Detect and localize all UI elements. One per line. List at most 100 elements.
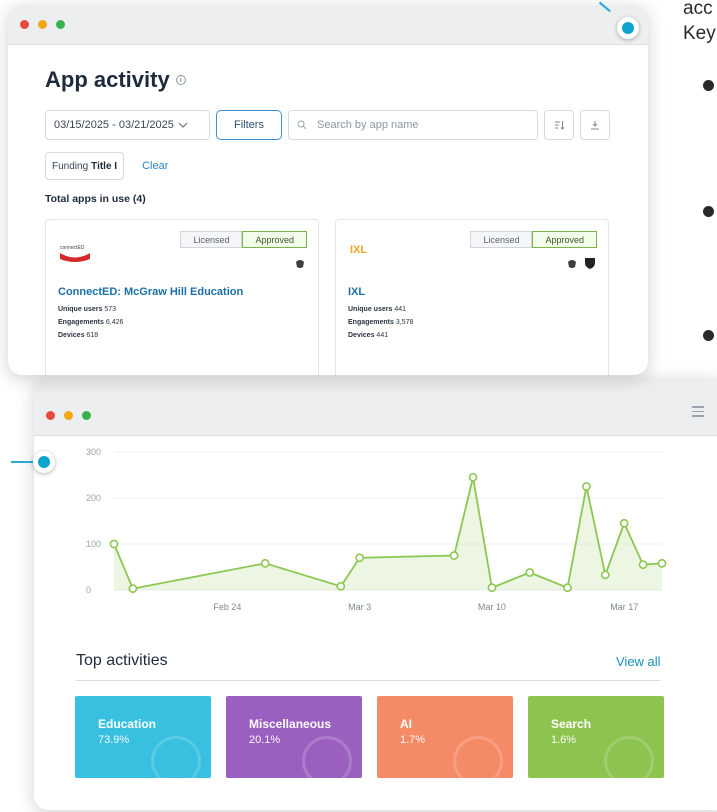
crest-icon: [296, 260, 304, 268]
active-filters: Funding Title I Clear: [45, 152, 611, 180]
window-controls: [20, 20, 65, 29]
close-window-button[interactable]: [46, 411, 55, 420]
total-apps-label: Total apps in use (4): [45, 193, 146, 205]
data-point: [336, 581, 346, 591]
data-point: [468, 472, 478, 482]
approved-tag: Approved: [532, 231, 597, 248]
ixl-logo: IXL: [350, 244, 367, 256]
activity-tile-search[interactable]: Search 1.6%: [528, 696, 664, 778]
menu-icon[interactable]: [692, 406, 704, 420]
status-tags: Licensed Approved: [470, 231, 597, 248]
side-text-line-2: Key: [683, 23, 716, 44]
shield-icon: [585, 258, 595, 269]
activity-name: Education: [98, 717, 157, 731]
page-title: App activity i: [45, 67, 611, 93]
connected-logo: connectED: [58, 232, 92, 266]
page-title-text: App activity: [45, 67, 170, 92]
devices-stat: Devices 441: [348, 332, 389, 339]
activity-tile-education[interactable]: Education 73.9%: [75, 696, 211, 778]
category-watermark-icon: [302, 736, 352, 778]
ixl-logo-text: IXL: [350, 244, 367, 256]
info-icon[interactable]: i: [175, 75, 186, 85]
data-point: [355, 553, 365, 563]
category-watermark-icon: [604, 736, 654, 778]
sort-button[interactable]: [544, 110, 574, 140]
data-point: [525, 568, 535, 577]
status-tags: Licensed Approved: [180, 231, 307, 248]
side-text-line-1: acc: [683, 0, 713, 19]
side-bullet: [703, 80, 714, 91]
data-point: [638, 560, 648, 570]
activity-name: Search: [551, 717, 592, 731]
badges: [566, 257, 596, 269]
data-point: [657, 558, 667, 568]
y-tick-label: 0: [86, 585, 91, 595]
activity-name: Miscellaneous: [249, 717, 332, 731]
app-cards: connectED Licensed Approved ConnectED: M…: [45, 219, 611, 375]
data-point: [449, 551, 459, 560]
activity-tile-miscellaneous[interactable]: Miscellaneous 20.1%: [226, 696, 362, 778]
connected-logo-text: connectED: [60, 245, 85, 251]
download-icon: [591, 121, 599, 130]
connector-pin: [617, 17, 639, 39]
side-bullet: [703, 330, 714, 341]
x-tick-label: Mar 10: [478, 602, 506, 612]
activity-name: AI: [400, 717, 412, 731]
data-point: [582, 482, 591, 491]
window-titlebar: [8, 5, 648, 45]
window-controls: [46, 411, 91, 420]
app-card[interactable]: connectED Licensed Approved ConnectED: M…: [45, 219, 319, 375]
data-point: [563, 583, 572, 593]
y-tick-label: 300: [86, 447, 101, 457]
activity-line-chart: 300 200 100 0 Feb 24 Mar 3 Mar 10 Mar 17: [86, 447, 667, 612]
engagements-stat: Engagements 3,578: [348, 319, 414, 326]
series-area: [114, 477, 662, 590]
data-point: [128, 584, 138, 594]
clear-filters-link[interactable]: Clear: [142, 160, 168, 172]
search-input[interactable]: Search by app name: [288, 110, 538, 140]
top-activities-title: Top activities: [76, 652, 168, 669]
licensed-tag: Licensed: [180, 231, 243, 248]
date-range-picker[interactable]: 03/15/2025 - 03/21/2025: [45, 110, 210, 140]
engagements-stat: Engagements 6,426: [58, 319, 124, 326]
minimize-window-button[interactable]: [64, 411, 73, 420]
category-watermark-icon: [453, 736, 503, 778]
data-point: [619, 518, 629, 528]
data-point: [487, 583, 497, 593]
sort-icon: [554, 121, 564, 130]
x-tick-label: Feb 24: [213, 602, 241, 612]
filters-button[interactable]: Filters: [216, 110, 282, 140]
data-point: [600, 570, 610, 580]
app-activity-window: App activity i 03/15/2025 - 03/21/2025 F…: [8, 5, 648, 375]
close-window-button[interactable]: [20, 20, 29, 29]
maximize-window-button[interactable]: [56, 20, 65, 29]
y-tick-label: 200: [86, 493, 101, 503]
chevron-down-icon: [178, 122, 188, 128]
maximize-window-button[interactable]: [82, 411, 91, 420]
divider: [76, 680, 661, 681]
app-name[interactable]: IXL: [348, 286, 365, 298]
unique-users-stat: Unique users 573: [58, 306, 116, 313]
data-point: [260, 558, 270, 568]
data-point: [109, 539, 119, 549]
badges: [294, 257, 306, 269]
licensed-tag: Licensed: [470, 231, 533, 248]
download-button[interactable]: [580, 110, 610, 140]
search-icon: [297, 120, 307, 130]
minimize-window-button[interactable]: [38, 20, 47, 29]
activity-tile-ai[interactable]: AI 1.7%: [377, 696, 513, 778]
unique-users-stat: Unique users 441: [348, 306, 406, 313]
view-all-link[interactable]: View all: [616, 654, 661, 669]
app-name[interactable]: ConnectED: McGraw Hill Education: [58, 286, 243, 298]
y-tick-label: 100: [86, 539, 101, 549]
filter-chip-funding[interactable]: Funding Title I: [45, 152, 125, 180]
app-card[interactable]: IXL Licensed Approved IXL Unique users 4…: [335, 219, 609, 375]
date-range-value: 03/15/2025 - 03/21/2025: [54, 119, 174, 131]
x-tick-label: Mar 3: [348, 602, 371, 612]
window-titlebar: [34, 378, 717, 436]
x-tick-label: Mar 17: [610, 602, 638, 612]
filter-chip-prefix: Funding: [52, 160, 89, 172]
search-placeholder: Search by app name: [317, 119, 419, 131]
side-bullet: [703, 206, 714, 217]
connector-pin: [33, 451, 55, 473]
